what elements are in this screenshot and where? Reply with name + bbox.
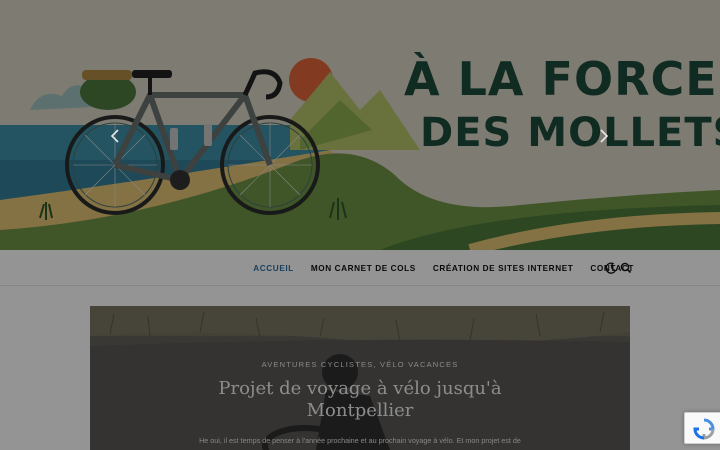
featured-slider[interactable]: AVENTURES CYCLISTES, VÉLO VACANCES Proje… — [90, 306, 630, 450]
search-icon[interactable] — [619, 261, 633, 275]
moon-icon[interactable] — [604, 261, 618, 275]
slide-title[interactable]: Projet de voyage à vélo jusqu'à Montpell… — [210, 378, 510, 422]
category-separator: , — [373, 360, 377, 369]
chevron-right-icon[interactable] — [596, 128, 612, 144]
nav-item-creation-sites[interactable]: CRÉATION DE SITES INTERNET — [433, 264, 574, 273]
nav-menu: ACCUEIL MON CARNET DE COLS CRÉATION DE S… — [253, 250, 634, 286]
site-title-line1[interactable]: À LA FORCE — [404, 52, 718, 106]
category-link-velo-vacances[interactable]: VÉLO VACANCES — [380, 360, 458, 369]
recaptcha-badge[interactable] — [684, 412, 720, 444]
nav-item-accueil[interactable]: ACCUEIL — [253, 264, 294, 273]
header-banner[interactable]: À LA FORCE DES MOLLETS — [0, 0, 720, 250]
main-navigation: ACCUEIL MON CARNET DE COLS CRÉATION DE S… — [0, 250, 720, 286]
site-title-line2[interactable]: DES MOLLETS — [420, 110, 720, 156]
nav-item-carnet-de-cols[interactable]: MON CARNET DE COLS — [311, 264, 416, 273]
slide-categories: AVENTURES CYCLISTES, VÉLO VACANCES — [90, 360, 630, 369]
category-link-aventures[interactable]: AVENTURES CYCLISTES — [262, 360, 374, 369]
site-title[interactable]: À LA FORCE DES MOLLETS — [0, 0, 720, 250]
slide-excerpt: He oui, il est temps de penser à l'année… — [199, 436, 521, 445]
recaptcha-icon — [693, 418, 715, 440]
chevron-left-icon[interactable] — [107, 128, 123, 144]
